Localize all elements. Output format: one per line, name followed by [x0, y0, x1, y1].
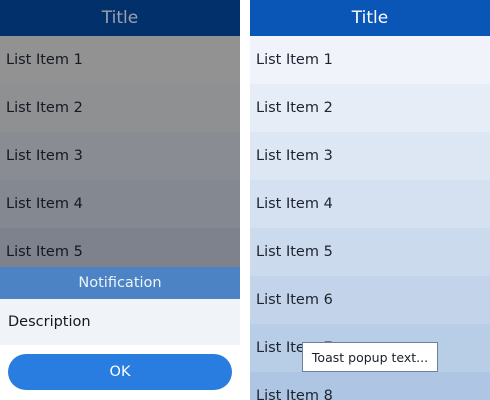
list-item[interactable]: List Item 2 — [0, 84, 240, 132]
title-bar: Title — [0, 0, 240, 36]
popup-title: Notification — [0, 267, 240, 299]
list-item[interactable]: List Item 1 — [250, 36, 490, 84]
left-phone-screen: Title List Item 1 List Item 2 List Item … — [0, 0, 240, 400]
list-item[interactable]: List Item 5 — [250, 228, 490, 276]
list-item[interactable]: List Item 3 — [250, 132, 490, 180]
right-phone-screen: Title List Item 1 List Item 2 List Item … — [250, 0, 490, 400]
list-item[interactable]: List Item 8 — [250, 372, 490, 400]
popup-description: Description — [0, 299, 240, 345]
list-item[interactable]: List Item 4 — [0, 180, 240, 228]
list-item[interactable]: List Item 2 — [250, 84, 490, 132]
list-item[interactable]: List Item 6 — [250, 276, 490, 324]
title-bar: Title — [250, 0, 490, 36]
ok-button[interactable]: OK — [8, 354, 232, 390]
list-item[interactable]: List Item 3 — [0, 132, 240, 180]
list-item[interactable]: List Item 1 — [0, 36, 240, 84]
list-item[interactable]: List Item 4 — [250, 180, 490, 228]
toast-popup: Toast popup text... — [302, 342, 438, 372]
